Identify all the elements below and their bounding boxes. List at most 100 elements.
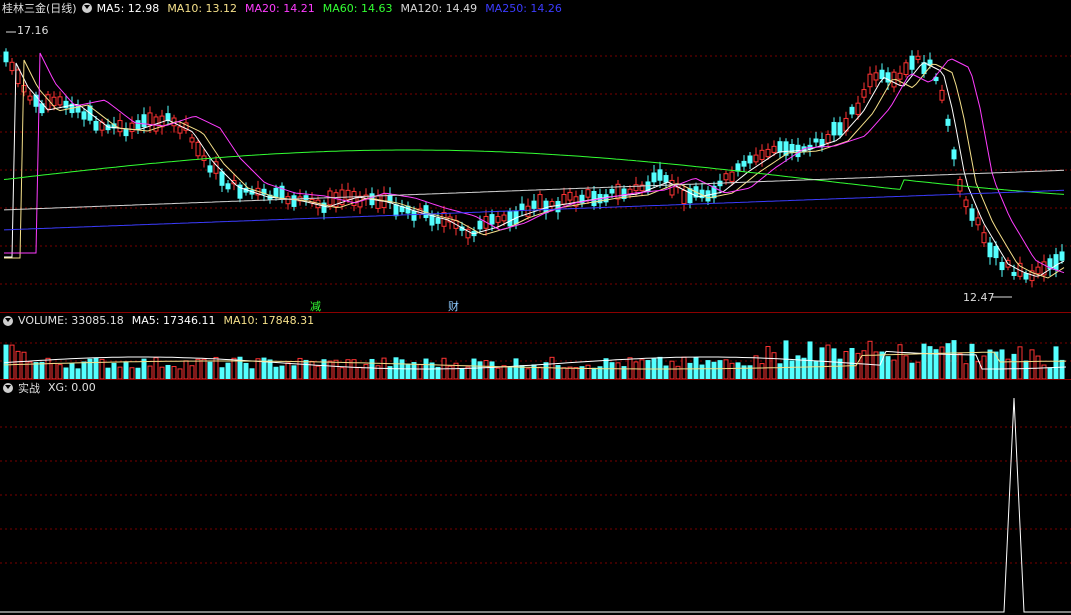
volume-bar xyxy=(1017,346,1023,379)
candle-body xyxy=(57,96,63,106)
candle-body xyxy=(987,242,993,258)
volume-bar xyxy=(489,361,495,379)
volume-bar xyxy=(885,356,891,379)
volume-bar xyxy=(279,365,285,379)
volume-bar xyxy=(723,359,729,379)
candle-body xyxy=(501,214,507,222)
volume-bar xyxy=(891,359,897,379)
volume-bar xyxy=(513,358,519,379)
volume-bar xyxy=(165,364,171,379)
volume-bar xyxy=(273,366,279,379)
xg-signal-chart[interactable] xyxy=(0,380,1071,615)
volume-bar xyxy=(591,367,597,379)
candle-body xyxy=(519,203,525,211)
candle-body xyxy=(993,245,999,259)
candle-body xyxy=(723,173,729,181)
candle-body xyxy=(147,112,153,126)
volume-bar xyxy=(627,357,633,379)
volume-bar xyxy=(873,351,879,379)
volume-bar xyxy=(801,357,807,379)
candle-body xyxy=(825,133,831,144)
volume-bar xyxy=(405,363,411,379)
volume-bar xyxy=(1011,353,1017,379)
volume-bar xyxy=(141,358,147,379)
candlestick-chart[interactable] xyxy=(0,0,1071,312)
ma60-line xyxy=(3,149,1065,195)
candle-body xyxy=(963,199,969,208)
volume-bar xyxy=(903,355,909,379)
candle-body xyxy=(741,160,747,167)
volume-bar xyxy=(687,362,693,379)
candle-body xyxy=(837,122,843,136)
candle-body xyxy=(861,89,867,98)
volume-bar xyxy=(315,365,321,379)
volume-bar xyxy=(399,359,405,379)
volume-bar xyxy=(291,365,297,379)
volume-bar xyxy=(657,356,663,379)
volume-bar xyxy=(819,347,825,379)
volume-bar xyxy=(567,366,573,379)
volume-bar xyxy=(945,343,951,379)
volume-bar xyxy=(831,348,837,379)
candle-body xyxy=(27,95,33,101)
volume-bar xyxy=(15,350,21,379)
volume-bar xyxy=(411,362,417,379)
candle-body xyxy=(549,201,555,207)
volume-bar xyxy=(369,358,375,379)
volume-bar xyxy=(357,366,363,379)
volume-bar xyxy=(867,340,873,379)
candle-body xyxy=(1023,273,1029,280)
volume-bar xyxy=(363,363,369,379)
volume-bar xyxy=(981,355,987,379)
volume-bar xyxy=(339,367,345,379)
candle-body xyxy=(939,89,945,101)
candle-body xyxy=(849,106,855,115)
volume-bar xyxy=(735,362,741,379)
candle-body xyxy=(195,141,201,157)
candle-body xyxy=(219,171,225,186)
volume-bars[interactable] xyxy=(0,313,1071,379)
volume-bar xyxy=(45,357,51,379)
volume-bar xyxy=(111,362,117,379)
candle-body xyxy=(129,122,135,132)
volume-bar xyxy=(123,361,129,379)
volume-bar xyxy=(39,361,45,379)
candle-body xyxy=(981,232,987,244)
volume-bar xyxy=(675,365,681,379)
volume-bar xyxy=(459,368,465,379)
volume-bar xyxy=(969,343,975,379)
candle-body xyxy=(777,141,783,153)
volume-bar xyxy=(897,344,903,379)
candle-body xyxy=(495,216,501,223)
candle-body xyxy=(951,149,957,160)
volume-panel[interactable]: VOLUME: 33085.18 MA5: 17346.11 MA10: 178… xyxy=(0,313,1071,379)
candle-body xyxy=(903,62,909,75)
indicator-panel[interactable]: 实战 XG: 0.00 xyxy=(0,380,1071,615)
candle-body xyxy=(81,111,87,120)
candle-body xyxy=(45,94,51,110)
volume-bar xyxy=(507,366,513,379)
candle-body xyxy=(21,85,27,93)
volume-bar xyxy=(267,359,273,379)
volume-bar xyxy=(117,366,123,379)
candle-body xyxy=(435,217,441,224)
price-panel[interactable]: 桂林三金(日线) MA5: 12.98 MA10: 13.12 MA20: 14… xyxy=(0,0,1071,313)
volume-bar xyxy=(1035,355,1041,379)
volume-bar xyxy=(93,357,99,379)
candle-body xyxy=(1059,251,1065,261)
volume-bar xyxy=(207,361,213,379)
volume-bar xyxy=(663,365,669,379)
volume-bar xyxy=(987,349,993,379)
volume-bar xyxy=(33,362,39,379)
candle-body xyxy=(1035,266,1041,275)
candle-body xyxy=(705,190,711,202)
volume-bar xyxy=(789,360,795,379)
candle-body xyxy=(375,195,381,209)
candle-body xyxy=(999,261,1005,271)
volume-bar xyxy=(501,365,507,379)
volume-bar xyxy=(429,362,435,379)
volume-bar xyxy=(21,351,27,379)
volume-bar xyxy=(129,367,135,379)
volume-bar xyxy=(1023,360,1029,379)
candle-body xyxy=(525,205,531,217)
